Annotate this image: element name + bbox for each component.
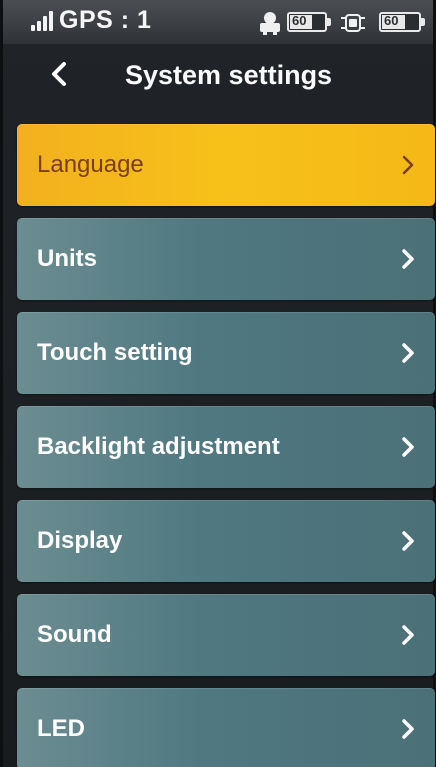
menu-item-language[interactable]: Language [17,124,435,206]
chevron-right-icon [402,625,414,645]
chevron-right-icon [402,531,414,551]
menu-item-label: Touch setting [37,339,193,366]
aircraft-battery: 60 [379,12,425,32]
menu-item-label: Language [37,151,144,178]
header: System settings [3,44,433,108]
system-settings-screen: GPS : 1 60 60 System settings Language U… [0,0,436,767]
settings-menu: Language Units Touch setting Backlight a… [17,124,435,767]
gps-status: GPS : 1 [59,6,152,34]
menu-item-touch-setting[interactable]: Touch setting [17,312,435,394]
aircraft-battery-value: 60 [384,13,399,28]
transmitter-battery: 60 [287,12,331,32]
menu-item-display[interactable]: Display [17,500,435,582]
menu-item-label: Display [37,527,123,554]
chevron-left-icon [52,62,66,86]
menu-item-label: LED [37,715,85,742]
chevron-right-icon [402,719,414,739]
back-button[interactable] [39,54,79,94]
menu-item-backlight-adjustment[interactable]: Backlight adjustment [17,406,435,488]
menu-item-sound[interactable]: Sound [17,594,435,676]
chevron-right-icon [402,155,414,175]
transmitter-battery-value: 60 [292,13,307,28]
status-bar: GPS : 1 60 60 [3,0,433,44]
chevron-right-icon [402,343,414,363]
menu-item-led[interactable]: LED [17,688,435,767]
menu-item-label: Sound [37,621,112,648]
transmitter-icon [260,12,280,35]
menu-item-units[interactable]: Units [17,218,435,300]
menu-item-label: Backlight adjustment [37,433,280,460]
signal-strength-icon [31,11,53,31]
chevron-right-icon [402,249,414,269]
aircraft-icon [341,14,365,32]
page-title: System settings [125,60,333,90]
chevron-right-icon [402,437,414,457]
menu-item-label: Units [37,245,97,272]
